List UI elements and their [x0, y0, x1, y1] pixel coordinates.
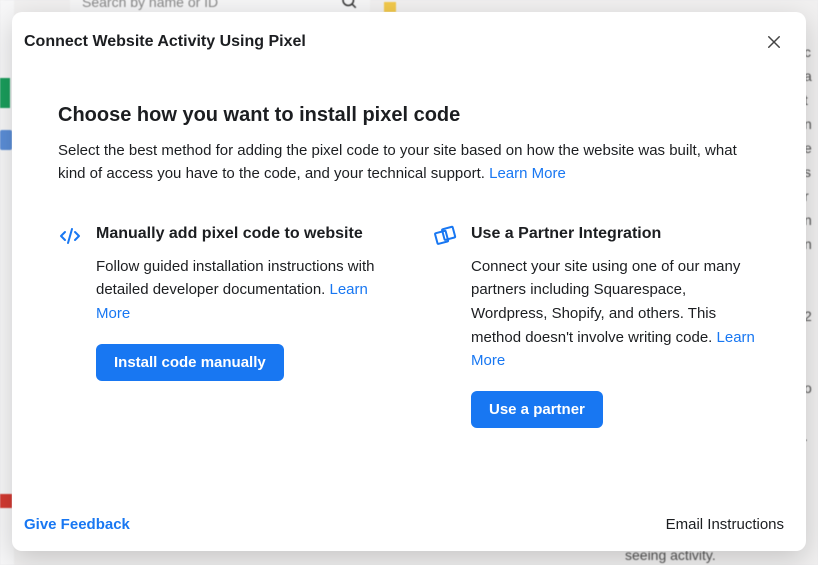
option-partner-title: Use a Partner Integration: [471, 222, 760, 245]
section-description-text: Select the best method for adding the pi…: [58, 142, 737, 182]
install-manually-button[interactable]: Install code manually: [96, 344, 284, 381]
close-icon: [765, 33, 783, 51]
section-description: Select the best method for adding the pi…: [58, 139, 760, 186]
option-manual-desc: Follow guided installation instructions …: [96, 255, 385, 326]
modal-footer: Give Feedback Email Instructions: [12, 506, 806, 551]
bg-right-text: c a t n e s r n n 2 o .: [804, 0, 818, 565]
option-partner-content: Use a Partner Integration Connect your s…: [471, 222, 760, 429]
option-partner-desc: Connect your site using one of our many …: [471, 255, 760, 373]
bg-accent: [0, 130, 12, 150]
bg-accent: [0, 494, 12, 508]
give-feedback-link[interactable]: Give Feedback: [24, 516, 130, 533]
code-icon: [58, 222, 82, 429]
modal-header: Connect Website Activity Using Pixel: [12, 12, 806, 56]
section-heading: Choose how you want to install pixel cod…: [58, 104, 760, 127]
partner-icon: [433, 222, 457, 429]
learn-more-link[interactable]: Learn More: [489, 165, 566, 182]
option-manual: Manually add pixel code to website Follo…: [58, 222, 385, 429]
option-partner: Use a Partner Integration Connect your s…: [433, 222, 760, 429]
option-manual-title: Manually add pixel code to website: [96, 222, 385, 245]
bg-search-placeholder: Search by name or ID: [82, 0, 218, 10]
use-partner-button[interactable]: Use a partner: [471, 391, 603, 428]
modal-title: Connect Website Activity Using Pixel: [24, 33, 306, 51]
bg-accent: [0, 78, 10, 108]
modal-body: Choose how you want to install pixel cod…: [12, 56, 806, 506]
option-manual-content: Manually add pixel code to website Follo…: [96, 222, 385, 429]
search-icon: [340, 0, 358, 13]
email-instructions-link[interactable]: Email Instructions: [666, 516, 784, 533]
pixel-install-modal: Connect Website Activity Using Pixel Cho…: [12, 12, 806, 551]
options-row: Manually add pixel code to website Follo…: [58, 222, 760, 429]
close-button[interactable]: [760, 28, 788, 56]
option-partner-desc-text: Connect your site using one of our many …: [471, 258, 740, 346]
bg-accent: [384, 2, 396, 12]
